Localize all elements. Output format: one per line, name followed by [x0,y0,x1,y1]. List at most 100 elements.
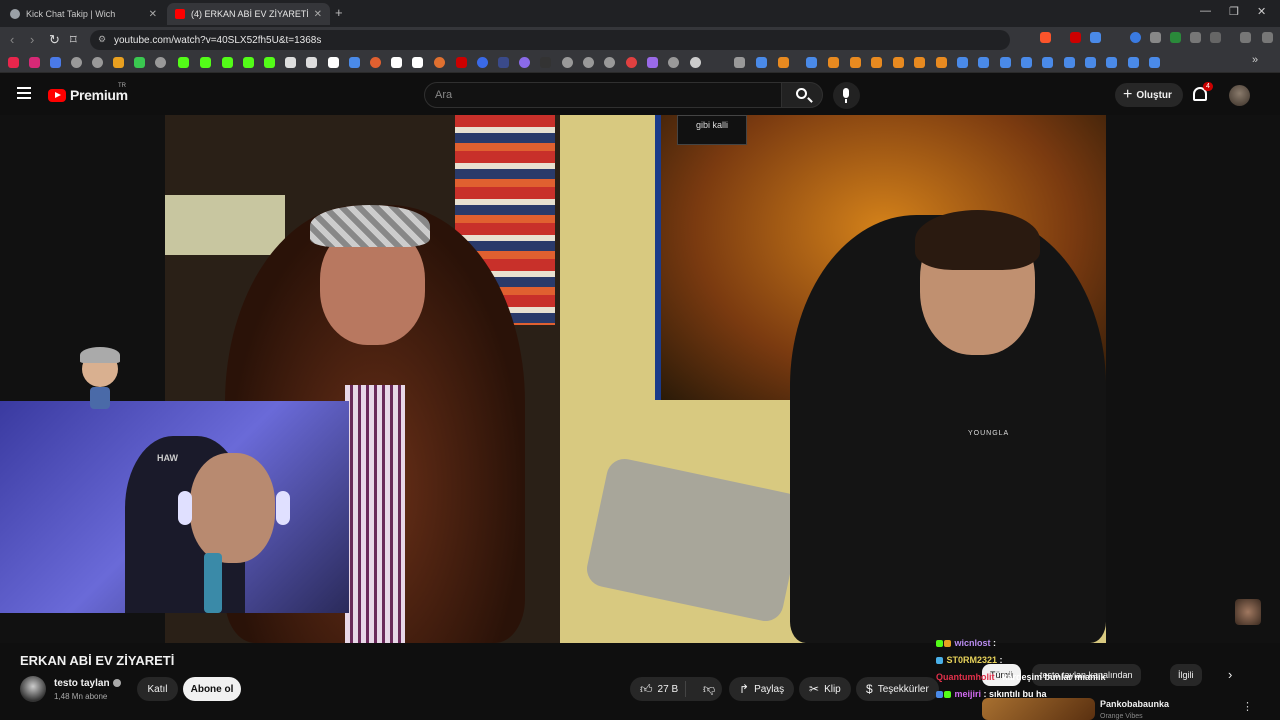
restore-icon[interactable]: ❐ [1229,5,1239,18]
like-button[interactable]: 👍︎ 27 B [630,681,686,697]
voice-search-button[interactable] [833,82,860,109]
steam-icon[interactable] [1128,57,1139,68]
subscribe-button[interactable]: Abone ol [183,677,241,701]
youtube-logo[interactable]: Premium TR [48,83,128,103]
x-icon[interactable] [328,57,339,68]
extension-icon[interactable] [1070,32,1081,43]
close-icon[interactable]: ✕ [149,9,157,20]
tab-youtube[interactable]: (4) ERKAN ABİ EV ZİYARETİ - You ✕ [167,3,330,25]
bookmark-icon[interactable] [113,57,124,68]
extension-icon[interactable] [1150,32,1161,43]
steam-icon[interactable] [1042,57,1053,68]
bookmark-icon[interactable] [828,57,839,68]
brave-shield-icon[interactable] [1040,32,1051,43]
steam-icon[interactable] [1106,57,1117,68]
puzzle-icon[interactable] [1190,32,1201,43]
kick-icon[interactable] [200,57,211,68]
bookmark-icon[interactable] [8,57,19,68]
join-button[interactable]: Katıl [137,677,178,701]
clip-button[interactable]: ✂ Klip [799,677,851,701]
bookmark-icon[interactable] [871,57,882,68]
kick-icon[interactable] [178,57,189,68]
bookmark-icon[interactable] [850,57,861,68]
menu-icon[interactable] [1262,32,1273,43]
sidebar-icon[interactable] [1210,32,1221,43]
create-button[interactable]: + Oluştur [1115,83,1183,107]
steam-icon[interactable] [806,57,817,68]
bookmark-icon[interactable] [562,57,573,68]
bookmark-icon[interactable] [477,57,488,68]
channel-avatar[interactable] [20,676,46,702]
bookmark-icon[interactable] [29,57,40,68]
site-info-icon[interactable]: ⚙ [98,34,106,45]
channel-name-row[interactable]: testo taylan [54,678,121,689]
share-button[interactable]: ↱ Paylaş [729,677,795,701]
chip-related[interactable]: İlgili [1170,664,1202,686]
bookmark-icon[interactable] [690,57,701,68]
folder-icon[interactable] [734,57,745,68]
bookmark-icon[interactable] [92,57,103,68]
minimize-icon[interactable]: — [1200,5,1211,17]
window-close-icon[interactable]: ✕ [1257,5,1266,18]
video-player[interactable]: gibi kalli YOUNGLA HAW [0,115,1280,643]
bookmark-icon[interactable] [456,57,467,68]
kick-icon[interactable] [222,57,233,68]
forward-icon[interactable]: › [30,32,34,47]
menu-icon[interactable] [17,87,31,99]
more-options-icon[interactable]: ⋮ [1242,700,1253,713]
close-icon[interactable]: ✕ [314,9,322,20]
media-icon[interactable] [1240,32,1251,43]
notifications-bell-icon[interactable]: 4 [1193,82,1213,101]
kick-icon[interactable] [264,57,275,68]
bookmark-icon[interactable] [50,57,61,68]
more-bookmarks-icon[interactable]: » [1252,54,1263,66]
bookmark-icon[interactable] [778,57,789,68]
bookmark-icon[interactable] [391,57,402,68]
bookmark-icon[interactable] [434,57,445,68]
bookmark-icon[interactable] [285,57,296,68]
reload-icon[interactable]: ↻ [49,32,60,48]
steam-icon[interactable] [756,57,767,68]
bookmark-icon[interactable] [914,57,925,68]
bookmark-icon[interactable] [71,57,82,68]
bookmark-icon[interactable] [370,57,381,68]
search-button[interactable] [781,82,823,108]
dislike-button[interactable]: 👎︎ [691,682,715,697]
bookmark-icon[interactable]: ⌑ [70,32,77,48]
search-input[interactable]: Ara [424,82,782,108]
steam-icon[interactable] [1000,57,1011,68]
bookmark-icon[interactable] [540,57,551,68]
kick-icon[interactable] [243,57,254,68]
back-icon[interactable]: ‹ [10,32,14,47]
tab-kick-chat[interactable]: Kick Chat Takip | Wich ✕ [2,3,165,25]
extension-icon[interactable] [1170,32,1181,43]
url-field[interactable]: ⚙ youtube.com/watch?v=40SLX52fh5U&t=1368… [90,30,1010,50]
steam-icon[interactable] [957,57,968,68]
bookmark-icon[interactable] [668,57,679,68]
channel-name[interactable]: testo taylan [54,678,110,689]
extension-icon[interactable] [1130,32,1141,43]
bookmark-icon[interactable] [519,57,530,68]
bookmark-icon[interactable] [626,57,637,68]
chevron-right-icon[interactable]: › [1228,667,1232,682]
bookmark-icon[interactable] [498,57,509,68]
steam-icon[interactable] [1064,57,1075,68]
bookmark-icon[interactable] [604,57,615,68]
bookmark-icon[interactable] [412,57,423,68]
steam-icon[interactable] [1021,57,1032,68]
bookmark-icon[interactable] [647,57,658,68]
bookmark-icon[interactable] [155,57,166,68]
new-tab-button[interactable]: + [335,5,343,20]
bookmark-icon[interactable] [893,57,904,68]
steam-icon[interactable] [1085,57,1096,68]
extension-icon[interactable] [1090,32,1101,43]
steam-icon[interactable] [1149,57,1160,68]
account-avatar[interactable] [1229,85,1250,106]
bookmark-icon[interactable] [349,57,360,68]
bookmark-icon[interactable] [583,57,594,68]
thanks-button[interactable]: $ Teşekkürler [856,677,939,701]
steam-icon[interactable] [978,57,989,68]
bookmark-icon[interactable] [134,57,145,68]
bookmark-icon[interactable] [306,57,317,68]
bookmark-icon[interactable] [936,57,947,68]
